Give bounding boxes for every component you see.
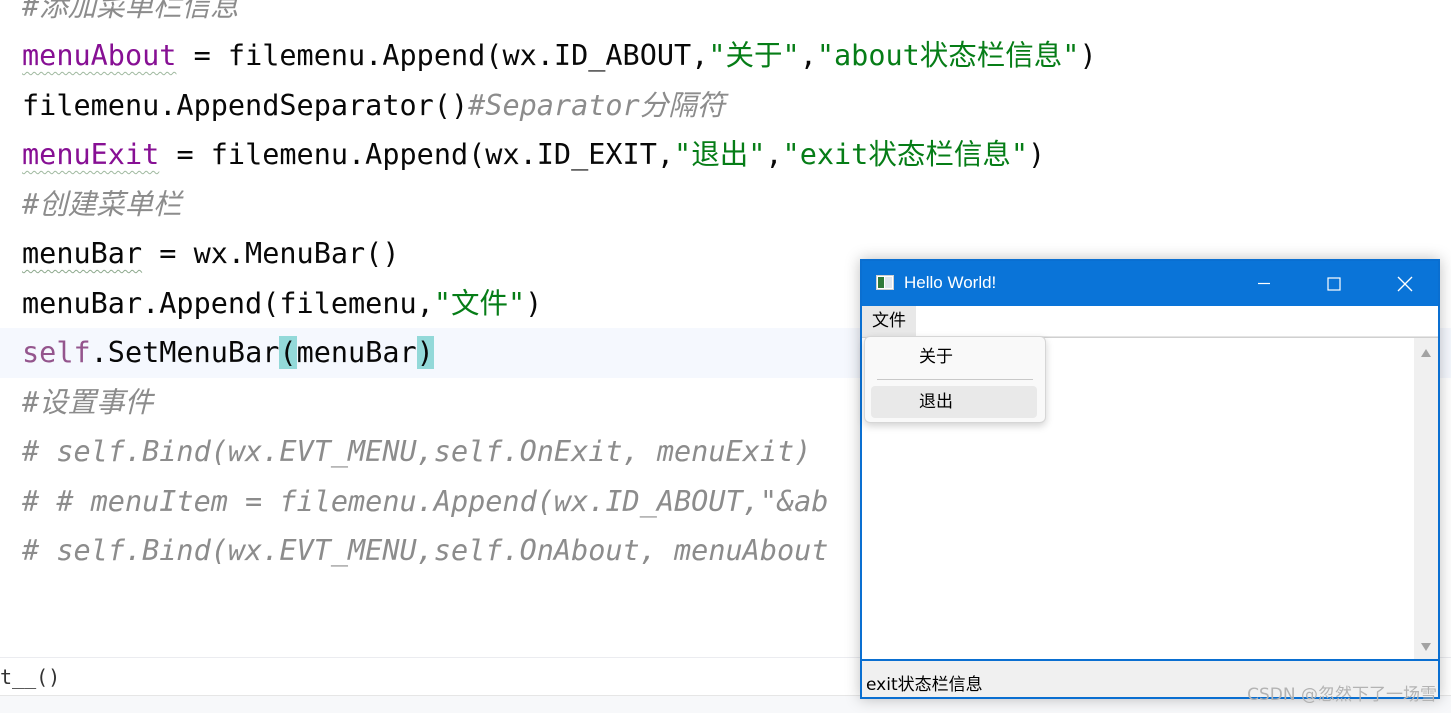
code-token: #设置事件 <box>22 386 154 419</box>
code-line[interactable]: self.SetMenuBar(menuBar) <box>22 328 434 378</box>
code-token: = wx.MenuBar() <box>142 237 400 270</box>
maximize-button[interactable] <box>1300 261 1368 306</box>
code-token: ) <box>416 336 434 369</box>
close-icon <box>1397 276 1413 292</box>
code-line[interactable]: #添加菜单栏信息 <box>22 0 239 32</box>
watermark: CSDN @忽然下了一场雪 <box>1247 685 1437 705</box>
code-token: # self.Bind(wx.EVT_MENU,self.OnExit, men… <box>22 435 812 468</box>
code-token: , <box>799 39 817 72</box>
scroll-down-icon[interactable] <box>1420 642 1432 652</box>
code-token: ( <box>279 336 297 369</box>
code-token: ) <box>525 287 543 320</box>
code-line[interactable]: #设置事件 <box>22 378 153 428</box>
menu-item-about-label: 关于 <box>919 347 953 367</box>
code-token: "关于" <box>708 39 800 72</box>
code-line[interactable]: # self.Bind(wx.EVT_MENU,self.OnAbout, me… <box>22 526 828 576</box>
menu-item-exit[interactable]: 退出 <box>871 386 1037 418</box>
code-line[interactable]: menuBar = wx.MenuBar() <box>22 229 400 279</box>
code-token: menuBar <box>22 237 143 270</box>
code-token: .SetMenuBar <box>90 336 280 369</box>
code-line[interactable]: menuAbout = filemenu.Append(wx.ID_ABOUT,… <box>22 31 1097 81</box>
code-token: menuBar.Append(filemenu, <box>22 287 434 320</box>
minimize-button[interactable] <box>1230 261 1298 306</box>
code-token: # # menuItem = filemenu.Append(wx.ID_ABO… <box>22 485 829 518</box>
code-line[interactable]: # self.Bind(wx.EVT_MENU,self.OnExit, men… <box>22 427 811 477</box>
code-line[interactable]: #创建菜单栏 <box>22 180 182 230</box>
window-titlebar[interactable]: Hello World! <box>862 261 1438 306</box>
code-token: ) <box>1028 138 1046 171</box>
window-menubar: 文件 <box>862 306 1438 337</box>
code-line[interactable]: # # menuItem = filemenu.Append(wx.ID_ABO… <box>22 477 828 527</box>
code-token: menuBar <box>296 336 417 369</box>
breadcrumb[interactable]: t__() <box>0 665 60 689</box>
code-token: "文件" <box>433 287 526 320</box>
app-window-icon <box>876 275 894 290</box>
code-token: "about状态栏信息" <box>816 39 1080 72</box>
close-button[interactable] <box>1370 261 1438 306</box>
code-token: # self.Bind(wx.EVT_MENU,self.OnAbout, me… <box>22 534 829 567</box>
code-token: menuExit <box>22 138 160 171</box>
scroll-up-icon[interactable] <box>1420 348 1432 358</box>
code-token: #创建菜单栏 <box>22 188 182 221</box>
maximize-icon <box>1327 277 1341 291</box>
code-token: ) <box>1079 39 1097 72</box>
menu-item-exit-label: 退出 <box>919 392 953 412</box>
hello-world-window[interactable]: Hello World! 文件 exit状态栏信息 <box>860 259 1440 699</box>
code-token: , <box>765 138 783 171</box>
code-line[interactable]: menuExit = filemenu.Append(wx.ID_EXIT,"退… <box>22 130 1045 180</box>
menu-item-about[interactable]: 关于 <box>871 341 1037 373</box>
code-token: #添加菜单栏信息 <box>22 0 239 23</box>
code-line[interactable]: menuBar.Append(filemenu,"文件") <box>22 279 542 329</box>
code-line[interactable]: filemenu.AppendSeparator()#Separator分隔符 <box>22 81 725 131</box>
code-token: self <box>22 336 91 369</box>
minimize-icon <box>1258 282 1270 285</box>
window-title: Hello World! <box>904 273 997 292</box>
code-token: = filemenu.Append(wx.ID_EXIT, <box>159 138 675 171</box>
menu-separator <box>877 379 1033 380</box>
code-token: #Separator分隔符 <box>468 89 726 122</box>
code-token: "退出" <box>674 138 766 171</box>
code-token: filemenu.AppendSeparator() <box>22 89 469 122</box>
code-token: = filemenu.Append(wx.ID_ABOUT, <box>176 39 709 72</box>
file-dropdown-menu: 关于 退出 <box>864 336 1046 423</box>
vertical-scrollbar[interactable] <box>1414 338 1438 660</box>
menu-file[interactable]: 文件 <box>862 306 916 336</box>
code-token: menuAbout <box>22 39 177 72</box>
status-text: exit状态栏信息 <box>866 675 983 695</box>
code-token: "exit状态栏信息" <box>782 138 1028 171</box>
